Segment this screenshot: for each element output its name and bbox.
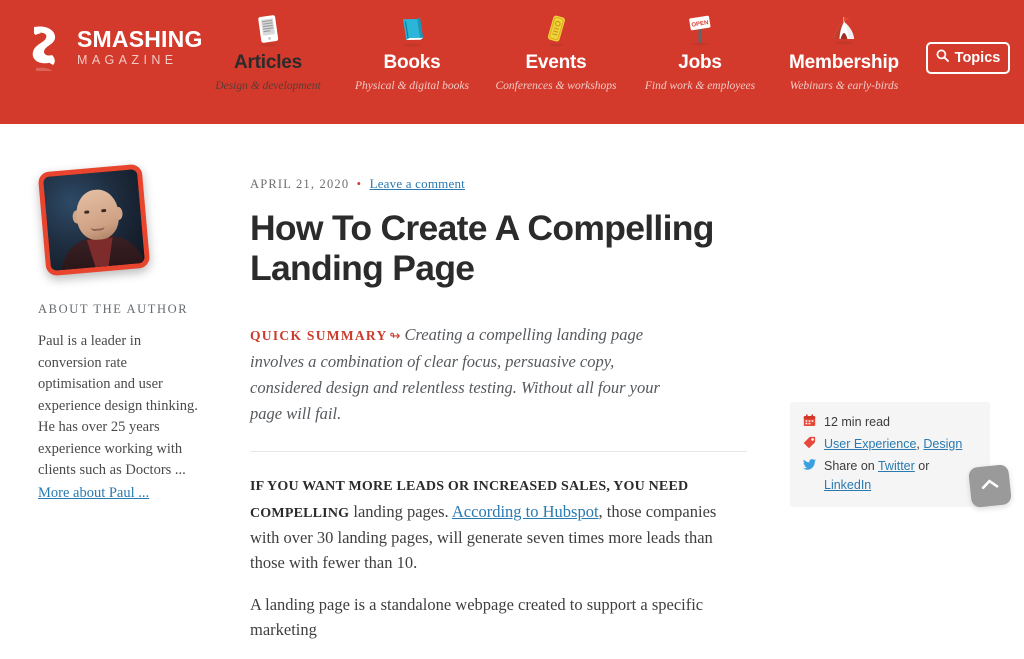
quick-summary-label: QUICK SUMMARY bbox=[250, 328, 388, 343]
nav-item-events[interactable]: Events Conferences & workshops bbox=[484, 10, 628, 94]
article-paragraph-2: A landing page is a standalone webpage c… bbox=[250, 595, 704, 639]
tag-link-user-experience[interactable]: User Experience bbox=[824, 437, 916, 451]
nav-label: Jobs bbox=[678, 52, 722, 73]
post-meta: APRIL 21, 2020 • Leave a comment bbox=[250, 176, 750, 192]
calendar-icon bbox=[802, 413, 816, 428]
logo-title: SMASHING bbox=[77, 26, 203, 52]
meta-separator: • bbox=[356, 177, 363, 191]
tag-icon bbox=[802, 435, 816, 450]
nav-item-books[interactable]: Books Physical & digital books bbox=[340, 10, 484, 94]
twitter-icon bbox=[802, 457, 816, 472]
chevron-up-icon bbox=[979, 476, 1001, 497]
quick-summary: QUICK SUMMARY ↬ Creating a compelling land… bbox=[250, 322, 682, 427]
share-prefix: Share on bbox=[824, 459, 878, 473]
nav-label: Articles bbox=[233, 52, 303, 73]
tag-link-design[interactable]: Design bbox=[923, 437, 962, 451]
site-header: SMASHING MAGAZINE Articles Design & deve… bbox=[0, 0, 1024, 124]
article: APRIL 21, 2020 • Leave a comment How To … bbox=[250, 124, 750, 659]
nav-item-articles[interactable]: Articles Design & development bbox=[196, 10, 340, 94]
site-logo[interactable]: SMASHING MAGAZINE bbox=[28, 24, 203, 72]
read-time-row: 12 min read bbox=[802, 413, 977, 432]
more-about-author-link[interactable]: More about Paul ... bbox=[38, 483, 149, 505]
nav-label: Books bbox=[383, 52, 441, 73]
logo-subtitle: MAGAZINE bbox=[77, 53, 178, 67]
book-icon bbox=[340, 12, 484, 50]
share-text: Share on Twitter or LinkedIn bbox=[824, 457, 977, 495]
nav-item-jobs[interactable]: OPEN Jobs Find work & employees bbox=[628, 10, 772, 94]
tablet-article-icon bbox=[196, 12, 340, 50]
linkedin-share-link[interactable]: LinkedIn bbox=[824, 478, 871, 492]
nav-sublabel: Webinars & early-birds bbox=[789, 80, 899, 92]
nav-item-membership[interactable]: Membership Webinars & early-birds bbox=[772, 10, 916, 94]
nav-sublabel: Physical & digital books bbox=[354, 80, 470, 92]
share-conjunction: or bbox=[914, 459, 930, 473]
nav-sublabel: Find work & employees bbox=[644, 80, 756, 92]
summary-arrow-icon: ↬ bbox=[389, 328, 401, 343]
tags-row: User Experience, Design bbox=[802, 435, 977, 454]
main-navigation: Articles Design & development Books Phys… bbox=[196, 10, 916, 94]
divider bbox=[250, 451, 747, 452]
nav-label: Events bbox=[525, 52, 587, 73]
ticket-icon bbox=[484, 12, 628, 50]
back-to-top-button[interactable] bbox=[968, 464, 1012, 508]
search-icon bbox=[936, 49, 949, 67]
topics-label: Topics bbox=[954, 50, 1001, 66]
page-title: How To Create A Compelling Landing Page bbox=[250, 208, 714, 288]
about-author-heading: ABOUT THE AUTHOR bbox=[38, 302, 189, 316]
share-row: Share on Twitter or LinkedIn bbox=[802, 457, 977, 495]
circus-tent-icon bbox=[772, 12, 916, 50]
article-paragraph-1: If you want more leads or increased sale… bbox=[250, 473, 740, 575]
nav-sublabel: Conferences & workshops bbox=[495, 80, 617, 92]
twitter-share-link[interactable]: Twitter bbox=[878, 459, 915, 473]
page-content: ABOUT THE AUTHOR Paul is a leader in con… bbox=[0, 124, 1024, 639]
topics-button[interactable]: Topics bbox=[926, 42, 1010, 74]
paragraph-text-before-link: landing pages. bbox=[349, 501, 452, 521]
nav-label: Membership bbox=[789, 52, 899, 73]
avatar bbox=[37, 163, 151, 277]
tags-text: User Experience, Design bbox=[824, 435, 962, 454]
leave-a-comment-link[interactable]: Leave a comment bbox=[370, 176, 465, 191]
article-meta-box: 12 min read User Experience, Design Shar… bbox=[790, 402, 990, 507]
post-date: APRIL 21, 2020 bbox=[250, 177, 350, 191]
nav-sublabel: Design & development bbox=[215, 80, 321, 92]
hubspot-link[interactable]: According to Hubspot bbox=[452, 502, 599, 521]
smashing-cat-logo-icon bbox=[28, 24, 68, 72]
open-sign-icon: OPEN bbox=[628, 12, 772, 50]
author-sidebar: ABOUT THE AUTHOR Paul is a leader in con… bbox=[37, 163, 208, 505]
author-bio: Paul is a leader in conversion rate opti… bbox=[38, 333, 198, 478]
read-time-text: 12 min read bbox=[824, 415, 891, 429]
